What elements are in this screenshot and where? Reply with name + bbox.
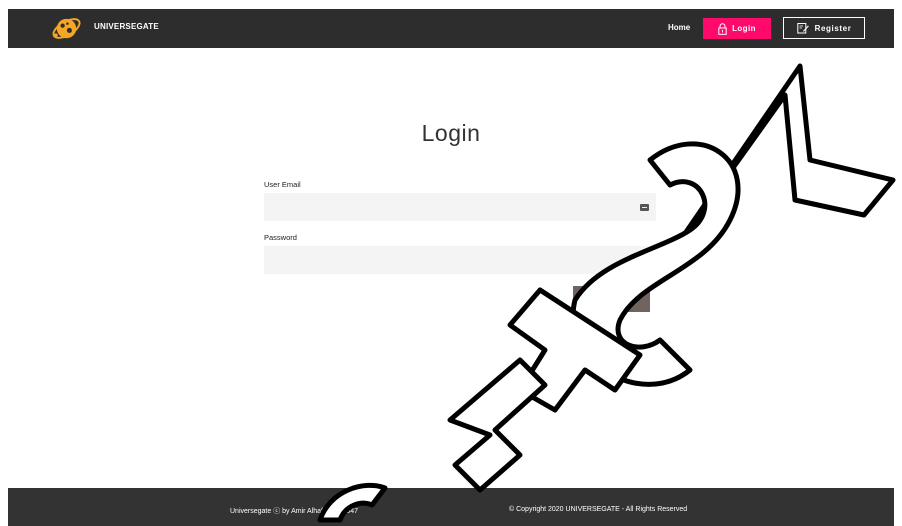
nav-login-button[interactable]: Login <box>703 18 771 39</box>
nav-register-label: Register <box>814 23 852 33</box>
page-title: Login <box>421 120 481 146</box>
nav-register-button[interactable]: Register <box>783 17 865 39</box>
keyboard-autofill-icon[interactable] <box>640 204 649 211</box>
universegate-logo-icon[interactable] <box>51 13 82 44</box>
top-navbar: UNIVERSEGATE Home Login Register <box>8 9 894 48</box>
email-label: User Email <box>264 180 301 189</box>
login-submit-button[interactable]: LOGIN <box>573 286 650 312</box>
nav-home-link[interactable]: Home <box>668 23 690 32</box>
email-field[interactable] <box>264 193 656 221</box>
password-label: Password <box>264 233 297 242</box>
brand-name[interactable]: UNIVERSEGATE <box>94 22 159 31</box>
password-field[interactable] <box>264 246 656 274</box>
nav-login-label: Login <box>732 24 756 33</box>
footer-copyright-text: © Copyright 2020 UNIVERSEGATE - All Righ… <box>509 506 688 513</box>
edit-note-icon <box>796 23 809 34</box>
lock-icon <box>718 22 727 35</box>
footer-credit-text: Universegate ⓒ by Amir Alhafiz 0A03947 <box>230 508 359 515</box>
page-footer: Universegate ⓒ by Amir Alhafiz 0A03947 ©… <box>8 488 894 526</box>
keyboard-autofill-icon[interactable] <box>640 257 649 264</box>
